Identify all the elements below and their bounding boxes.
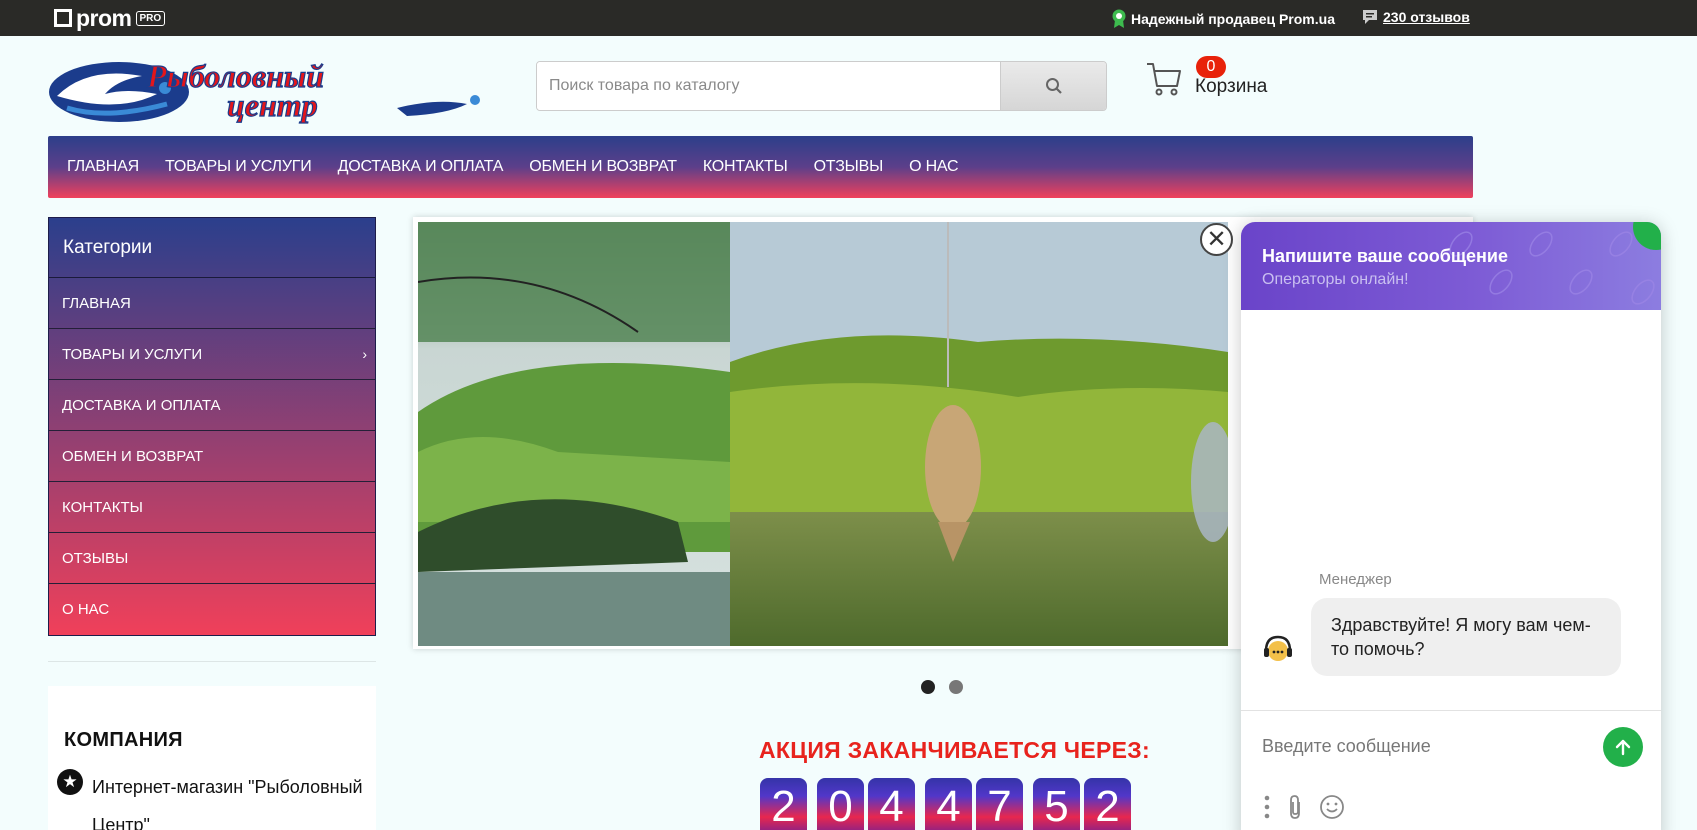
promo-title: АКЦИЯ ЗАКАНЧИВАЕТСЯ ЧЕРЕЗ: [759, 737, 1150, 763]
sidebar-item-label: КОНТАКТЫ [62, 498, 143, 516]
company-heading: КОМПАНИЯ [64, 729, 183, 751]
timer-digit: 7 [976, 778, 1023, 830]
main-nav: ГЛАВНАЯ ТОВАРЫ И УСЛУГИ ДОСТАВКА И ОПЛАТ… [48, 136, 1473, 198]
sidebar-item-label: ОТЗЫВЫ [62, 549, 129, 567]
operator-headset-avatar-icon [1261, 632, 1295, 666]
slider-dot-1[interactable] [921, 680, 935, 694]
chat-toolbar [1263, 794, 1345, 820]
chat-message-input[interactable]: Введите сообщение [1262, 736, 1431, 757]
close-icon[interactable]: ✕ [1200, 223, 1233, 256]
shopping-cart-icon [1147, 63, 1181, 96]
timer-digit: 2 [1084, 778, 1131, 830]
sidebar-item-returns[interactable]: ОБМЕН И ВОЗВРАТ [49, 431, 375, 482]
site-logo[interactable]: Рыболовный центр [47, 58, 483, 126]
sidebar-divider [48, 661, 376, 662]
sidebar-item-reviews[interactable]: ОТЗЫВЫ [49, 533, 375, 584]
prom-brand-text: prom [76, 5, 132, 31]
top-bar: prom PRO Надежный продавец Prom.ua 230 о… [0, 0, 1697, 36]
chat-divider [1241, 710, 1661, 711]
trusted-seller-label: Надежный продавец Prom.ua [1131, 11, 1335, 27]
prom-logo[interactable]: prom PRO [54, 5, 166, 31]
chat-subtitle: Операторы онлайн! [1262, 271, 1409, 288]
award-ribbon-icon [1112, 9, 1126, 28]
search-bar [536, 61, 1107, 111]
chat-message-bubble: Здравствуйте! Я могу вам чем-то помочь? [1311, 598, 1621, 676]
prom-logo-square-icon [54, 9, 72, 27]
timer-digit: 4 [868, 778, 915, 830]
more-vertical-icon[interactable] [1263, 794, 1271, 820]
sidebar-item-products[interactable]: ТОВАРЫ И УСЛУГИ › [49, 329, 375, 380]
message-sender: Менеджер [1319, 571, 1392, 588]
comment-icon [1363, 10, 1377, 24]
sidebar-item-label: ДОСТАВКА И ОПЛАТА [62, 396, 221, 414]
nav-item-contacts[interactable]: КОНТАКТЫ [703, 158, 788, 176]
chat-widget: Напишите ваше сообщение Операторы онлайн… [1241, 222, 1661, 830]
timer-digit: 5 [1033, 778, 1080, 830]
chat-title: Напишите ваше сообщение [1262, 246, 1508, 266]
sidebar-item-label: ОБМЕН И ВОЗВРАТ [62, 447, 204, 465]
arrow-up-icon [1615, 739, 1631, 756]
cart-count-badge: 0 [1196, 56, 1226, 78]
nav-item-reviews[interactable]: ОТЗЫВЫ [814, 158, 884, 176]
nav-item-about[interactable]: О НАС [909, 158, 959, 176]
star-icon: ★ [57, 769, 83, 795]
company-block: КОМПАНИЯ ★ Интернет-магазин "Рыболовный … [48, 686, 376, 830]
banner-slide-image[interactable] [418, 222, 1228, 646]
paperclip-icon[interactable] [1285, 794, 1305, 820]
nav-item-returns[interactable]: ОБМЕН И ВОЗВРАТ [529, 158, 677, 176]
emoji-smile-icon[interactable] [1319, 794, 1345, 820]
sidebar-item-contacts[interactable]: КОНТАКТЫ [49, 482, 375, 533]
nav-item-products[interactable]: ТОВАРЫ И УСЛУГИ [165, 158, 312, 176]
send-button[interactable] [1603, 727, 1643, 767]
timer-digit: 0 [817, 778, 864, 830]
countdown-timer: 2 0 4 4 7 5 2 [760, 778, 1135, 830]
chat-header: Напишите ваше сообщение Операторы онлайн… [1241, 222, 1661, 310]
categories-menu: Категории ГЛАВНАЯ ТОВАРЫ И УСЛУГИ › ДОСТА… [48, 217, 376, 636]
categories-title: Категории [49, 218, 375, 278]
timer-digit: 2 [760, 778, 807, 830]
trusted-seller[interactable]: Надежный продавец Prom.ua [1111, 9, 1335, 29]
search-button[interactable] [1000, 62, 1106, 110]
reviews[interactable]: 230 отзывов [1362, 9, 1470, 25]
nav-item-home[interactable]: ГЛАВНАЯ [67, 158, 139, 176]
company-name[interactable]: Интернет-магазин "Рыболовный Центр" [92, 768, 382, 830]
prom-pro-badge: PRO [135, 10, 166, 26]
reviews-link[interactable]: 230 отзывов [1383, 9, 1470, 25]
search-input[interactable] [537, 62, 1000, 110]
svg-text:центр: центр [227, 87, 318, 123]
sidebar-item-label: О НАС [62, 601, 110, 618]
slider-dot-2[interactable] [949, 680, 963, 694]
timer-digit: 4 [925, 778, 972, 830]
cart[interactable]: 0 Корзина [1145, 56, 1285, 106]
cart-label[interactable]: Корзина [1195, 76, 1267, 98]
nav-item-delivery[interactable]: ДОСТАВКА И ОПЛАТА [338, 158, 504, 176]
chevron-right-icon: › [362, 346, 367, 362]
slider-dots [921, 680, 963, 694]
sidebar-item-delivery[interactable]: ДОСТАВКА И ОПЛАТА [49, 380, 375, 431]
sidebar-item-label: ГЛАВНАЯ [62, 294, 131, 312]
search-icon [1045, 78, 1062, 94]
sidebar-item-label: ТОВАРЫ И УСЛУГИ [62, 345, 203, 363]
sidebar-item-home[interactable]: ГЛАВНАЯ [49, 278, 375, 329]
sidebar-item-about[interactable]: О НАС [49, 584, 375, 635]
